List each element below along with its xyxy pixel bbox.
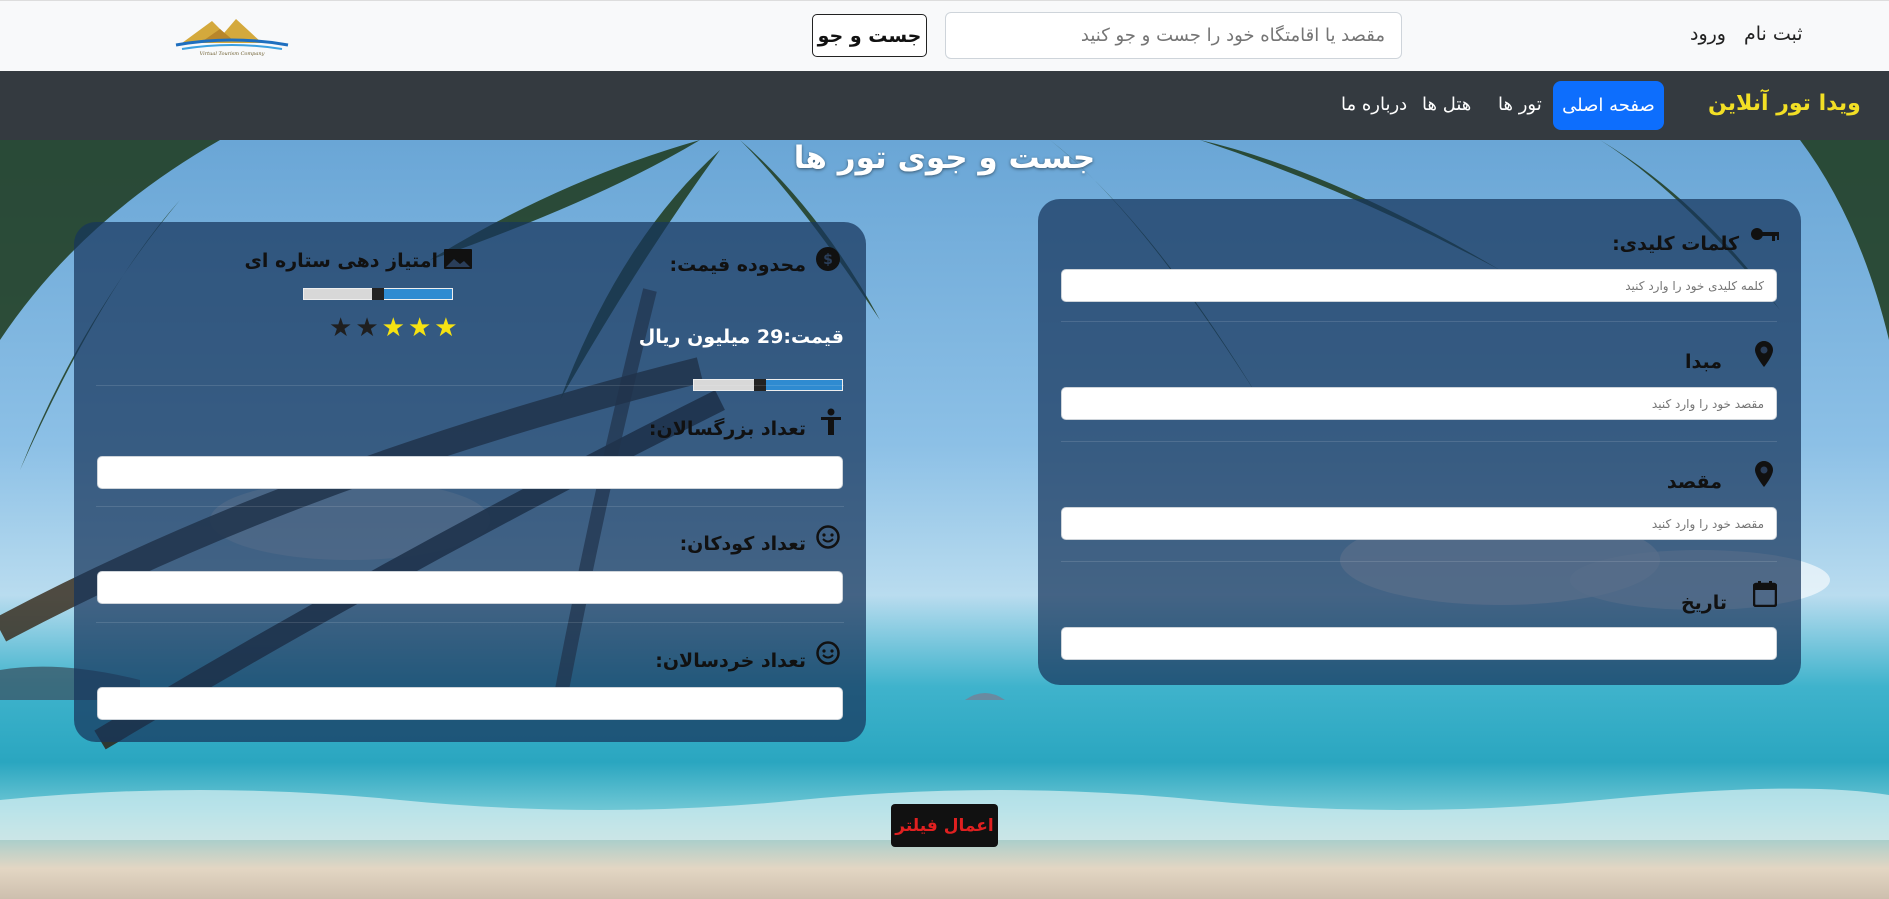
main-navbar: ویدا تور آنلاین صفحه اصلی تور ها هتل ها … [0, 71, 1889, 140]
person-icon [821, 408, 841, 435]
company-logo[interactable]: Virtual Tourism Company [172, 13, 292, 57]
location-pin-icon [1755, 341, 1773, 367]
nav-home[interactable]: صفحه اصلی [1553, 81, 1664, 130]
star-icon[interactable]: ★ [382, 315, 405, 341]
image-icon [444, 249, 472, 269]
divider [1061, 441, 1777, 442]
search-button[interactable]: جست و جو [812, 14, 927, 57]
rating-slider-track-left [304, 289, 372, 299]
divider [96, 385, 844, 386]
destination-input[interactable] [1061, 507, 1777, 540]
key-icon [1751, 228, 1779, 241]
apply-filter-button[interactable]: اعمال فیلتر [891, 804, 998, 847]
price-value-text: قیمت:29 میلیون ریال [638, 326, 844, 348]
rating-label: امتیاز دهی ستاره ای [244, 250, 438, 272]
infants-input[interactable] [97, 687, 843, 720]
nav-tours[interactable]: تور ها [1498, 94, 1542, 115]
hero-section: جست و جوی تور ها کلمات کلیدی: مبدا مقصد [0, 140, 1889, 899]
search-form-panel: کلمات کلیدی: مبدا مقصد تاریخ [1038, 199, 1801, 685]
adults-label: تعداد بزرگسالان: [648, 418, 806, 440]
signup-link[interactable]: ثبت نام [1744, 23, 1803, 45]
page-title: جست و جوی تور ها [793, 140, 1096, 176]
children-label: تعداد کودکان: [679, 533, 806, 555]
svg-text:Virtual Tourism Company: Virtual Tourism Company [200, 51, 265, 57]
star-rating[interactable]: ★ ★ ★ ★ ★ [329, 315, 458, 341]
star-icon[interactable]: ★ [355, 315, 378, 341]
rating-slider-track-right [384, 289, 452, 299]
nav-hotels[interactable]: هتل ها [1422, 94, 1471, 115]
rating-slider[interactable] [303, 288, 453, 300]
keywords-label: کلمات کلیدی: [1612, 233, 1739, 255]
search-input[interactable] [945, 12, 1402, 59]
origin-label: مبدا [1684, 351, 1722, 373]
star-icon[interactable]: ★ [434, 315, 457, 341]
keywords-input[interactable] [1061, 269, 1777, 302]
brand-name[interactable]: ویدا تور آنلاین [1708, 91, 1861, 116]
children-input[interactable] [97, 571, 843, 604]
location-pin-icon [1755, 461, 1773, 487]
nav-about[interactable]: درباره ما [1341, 94, 1407, 115]
calendar-icon [1753, 581, 1777, 607]
infants-label: تعداد خردسالان: [655, 650, 806, 672]
filters-panel: $ محدوده قیمت: قیمت:29 میلیون ریال امتیا… [74, 222, 866, 742]
smiley-icon [816, 641, 840, 665]
rating-slider-thumb[interactable] [372, 288, 384, 300]
date-input[interactable] [1061, 627, 1777, 660]
divider [96, 506, 844, 507]
divider [1061, 321, 1777, 322]
login-link[interactable]: ورود [1690, 23, 1726, 45]
divider [96, 622, 844, 623]
price-range-label: محدوده قیمت: [669, 254, 806, 276]
destination-label: مقصد [1666, 471, 1722, 493]
star-icon[interactable]: ★ [329, 315, 352, 341]
star-icon[interactable]: ★ [408, 315, 431, 341]
svg-text:$: $ [823, 252, 833, 268]
date-label: تاریخ [1680, 592, 1727, 614]
divider [1061, 561, 1777, 562]
adults-input[interactable] [97, 456, 843, 489]
top-bar: Virtual Tourism Company جست و جو ورود ثب… [0, 0, 1889, 71]
dollar-icon: $ [816, 247, 840, 271]
smiley-icon [816, 525, 840, 549]
origin-input[interactable] [1061, 387, 1777, 420]
